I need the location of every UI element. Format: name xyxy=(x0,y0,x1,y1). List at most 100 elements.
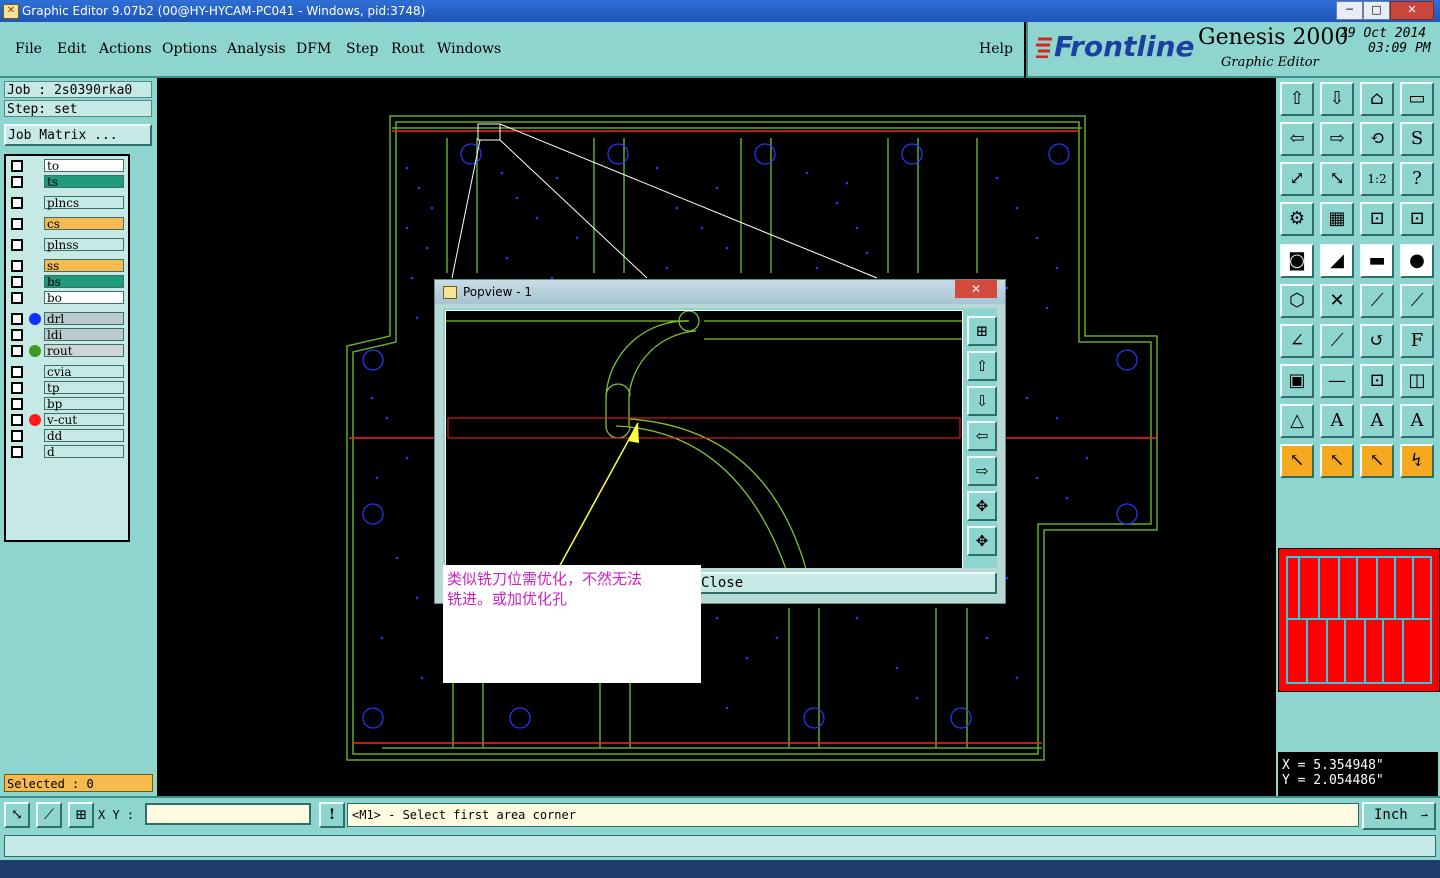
layer-row-tp[interactable]: tp xyxy=(8,381,126,395)
line-icon[interactable]: ⟋ xyxy=(1360,284,1394,318)
layer-name[interactable]: tp xyxy=(44,381,124,395)
layer-name[interactable]: cs xyxy=(44,217,124,231)
split-icon[interactable]: — xyxy=(1320,364,1354,398)
zoom-in-icon[interactable]: ⤢ xyxy=(1280,162,1314,196)
triangle-icon[interactable]: △ xyxy=(1280,404,1314,438)
popview-close-button[interactable]: Close xyxy=(693,572,997,594)
a-bold-icon[interactable]: A xyxy=(1360,404,1394,438)
layer-row-bs[interactable]: bs xyxy=(8,275,126,289)
menu-help[interactable]: Help xyxy=(979,41,1013,57)
angle-icon[interactable]: ∠ xyxy=(1280,324,1314,358)
layer-name[interactable]: rout xyxy=(44,344,124,358)
arc-icon[interactable]: ↺ xyxy=(1360,324,1394,358)
xy-input[interactable] xyxy=(145,803,311,825)
menu-dfm[interactable]: DFM xyxy=(296,41,331,57)
layer-checkbox[interactable] xyxy=(11,160,23,172)
layer-checkbox[interactable] xyxy=(11,398,23,410)
menu-step[interactable]: Step xyxy=(346,41,378,57)
zoom-home-icon[interactable]: ⇧ xyxy=(1280,82,1314,116)
window-icon[interactable]: ▭ xyxy=(1400,82,1434,116)
layer-row-plncs[interactable]: plncs xyxy=(8,196,126,210)
slope-icon[interactable]: ⟋ xyxy=(1320,324,1354,358)
layer-checkbox[interactable] xyxy=(11,239,23,251)
layer-checkbox[interactable] xyxy=(11,345,23,357)
layer-checkbox[interactable] xyxy=(11,197,23,209)
pv-down-icon[interactable]: ⇩ xyxy=(967,386,997,416)
layer-name[interactable]: ss xyxy=(44,259,124,273)
pv-fit-icon[interactable]: ✥ xyxy=(967,491,997,521)
layer-name[interactable]: d xyxy=(44,445,124,459)
layer-checkbox[interactable] xyxy=(11,430,23,442)
popview-canvas[interactable] xyxy=(445,310,963,570)
layer-row-dd[interactable]: dd xyxy=(8,429,126,443)
minimap[interactable] xyxy=(1278,548,1440,692)
box-icon[interactable]: ▣ xyxy=(1280,364,1314,398)
pv-center-icon[interactable]: ✥ xyxy=(967,526,997,556)
layer-name[interactable]: ldi xyxy=(44,328,124,342)
layer-row-v-cut[interactable]: v-cut xyxy=(8,413,126,427)
layer-name[interactable]: ts xyxy=(44,175,124,189)
maximize-button[interactable]: □ xyxy=(1363,1,1390,20)
zoom-fit-icon[interactable]: ⟲ xyxy=(1360,122,1394,156)
layer-checkbox[interactable] xyxy=(11,414,23,426)
layer-row-bo[interactable]: bo xyxy=(8,291,126,305)
measure-area-icon[interactable]: ⟋ xyxy=(36,802,62,828)
layer-checkbox[interactable] xyxy=(11,218,23,230)
layer-name[interactable]: to xyxy=(44,159,124,173)
pad-icon[interactable]: ◙ xyxy=(1280,244,1314,278)
menu-actions[interactable]: Actions xyxy=(99,41,152,57)
layer-checkbox[interactable] xyxy=(11,329,23,341)
ff-icon[interactable]: F xyxy=(1400,324,1434,358)
job-matrix-button[interactable]: Job Matrix ... xyxy=(4,124,152,146)
grid-icon[interactable]: ▦ xyxy=(1320,202,1354,236)
zoom-step-icon[interactable]: ⇩ xyxy=(1320,82,1354,116)
menu-edit[interactable]: Edit xyxy=(57,41,86,57)
layer-row-drl[interactable]: drl xyxy=(8,312,126,326)
layer-name[interactable]: v-cut xyxy=(44,413,124,427)
layer-checkbox[interactable] xyxy=(11,446,23,458)
snap-red-icon[interactable]: ⊡ xyxy=(1400,202,1434,236)
layer-name[interactable]: bs xyxy=(44,275,124,289)
layer-checkbox[interactable] xyxy=(11,260,23,272)
layer-row-cvia[interactable]: cvia xyxy=(8,365,126,379)
group-icon[interactable]: ◫ xyxy=(1400,364,1434,398)
pointer-path-icon[interactable]: ↯ xyxy=(1400,444,1434,478)
pv-up-icon[interactable]: ⇧ xyxy=(967,351,997,381)
layer-checkbox[interactable] xyxy=(11,176,23,188)
layer-row-ss[interactable]: ss xyxy=(8,259,126,273)
layer-row-rout[interactable]: rout xyxy=(8,344,126,358)
line-red-icon[interactable]: ⟋ xyxy=(1400,284,1434,318)
scale-icon[interactable]: 1:2 xyxy=(1360,162,1394,196)
pan-left-icon[interactable]: ⇦ xyxy=(1280,122,1314,156)
close-window-button[interactable]: ✕ xyxy=(1390,1,1434,20)
circle-icon[interactable]: ● xyxy=(1400,244,1434,278)
connect-icon[interactable]: ⬡ xyxy=(1280,284,1314,318)
layer-checkbox[interactable] xyxy=(11,382,23,394)
pointer-box-icon[interactable]: ↖ xyxy=(1320,444,1354,478)
layer-checkbox[interactable] xyxy=(11,292,23,304)
ruler-icon[interactable]: ▬ xyxy=(1360,244,1394,278)
layer-checkbox[interactable] xyxy=(11,276,23,288)
minimize-button[interactable]: ─ xyxy=(1336,1,1363,20)
layer-row-d[interactable]: d xyxy=(8,445,126,459)
menu-options[interactable]: Options xyxy=(162,41,217,57)
layer-row-bp[interactable]: bp xyxy=(8,397,126,411)
measure-icon[interactable]: ⚙ xyxy=(1280,202,1314,236)
select-icon[interactable]: ◢ xyxy=(1320,244,1354,278)
layer-name[interactable]: plncs xyxy=(44,196,124,210)
menu-windows[interactable]: Windows xyxy=(437,41,501,57)
layer-row-ldi[interactable]: ldi xyxy=(8,328,126,342)
pan-right-icon[interactable]: ⇨ xyxy=(1320,122,1354,156)
units-dropdown[interactable]: Inch ⇀ xyxy=(1362,802,1436,830)
help-icon[interactable]: ? xyxy=(1400,162,1434,196)
pointer-circle-icon[interactable]: ↖ xyxy=(1360,444,1394,478)
warning-icon[interactable]: ! xyxy=(319,802,345,828)
pointer-icon[interactable]: ↖ xyxy=(1280,444,1314,478)
home-icon[interactable]: ⌂ xyxy=(1360,82,1394,116)
pv-zoom-icon[interactable]: ⊞ xyxy=(967,316,997,346)
layer-row-plnss[interactable]: plnss xyxy=(8,238,126,252)
layer-row-cs[interactable]: cs xyxy=(8,217,126,231)
layer-checkbox[interactable] xyxy=(11,366,23,378)
layer-name[interactable]: bp xyxy=(44,397,124,411)
pv-left-icon[interactable]: ⇦ xyxy=(967,421,997,451)
